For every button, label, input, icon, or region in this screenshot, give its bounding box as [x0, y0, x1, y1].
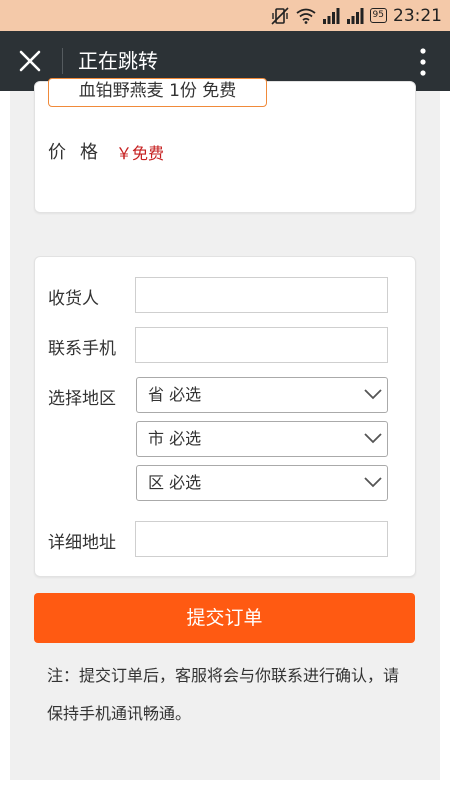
recipient-field[interactable]: [135, 277, 388, 313]
product-card: 血铂野燕麦 1份 免费 价格 ￥免费: [34, 78, 416, 213]
order-page: 血铂野燕麦 1份 免费 价格 ￥免费 收货人 联系手机 选择地区 省 必选 市 …: [10, 78, 440, 780]
more-options-icon[interactable]: [418, 47, 428, 77]
price-label: 价格: [48, 142, 112, 163]
status-icons: 95 23:21: [270, 0, 442, 31]
region-label: 选择地区: [48, 389, 116, 409]
province-select-value: 省 必选: [148, 385, 202, 404]
vibrate-off-icon: [270, 6, 290, 26]
chevron-down-icon: [364, 389, 382, 400]
price-value: ￥免费: [116, 144, 165, 163]
recipient-label: 收货人: [48, 289, 99, 309]
order-note: 注：提交订单后，客服将会与你联系进行确认，请保持手机通讯畅通。: [47, 666, 400, 723]
chevron-down-icon: [364, 477, 382, 488]
phone-label: 联系手机: [48, 339, 116, 359]
city-select-value: 市 必选: [148, 429, 202, 448]
chevron-down-icon: [364, 433, 382, 444]
close-icon[interactable]: [14, 45, 46, 77]
product-option-tag[interactable]: 血铂野燕麦 1份 免费: [48, 78, 267, 107]
phone-field[interactable]: [135, 327, 388, 363]
clock: 23:21: [393, 5, 442, 26]
signal-icon-2: [346, 7, 364, 24]
province-select[interactable]: 省 必选: [136, 377, 388, 413]
wifi-icon: [295, 8, 316, 24]
signal-icon-1: [322, 7, 340, 24]
address-label: 详细地址: [48, 533, 116, 553]
address-field[interactable]: [135, 521, 388, 557]
submit-order-button[interactable]: 提交订单: [34, 593, 415, 643]
district-select-value: 区 必选: [148, 473, 202, 492]
battery-icon: 95: [369, 8, 387, 23]
title-divider: [62, 48, 63, 74]
city-select[interactable]: 市 必选: [136, 421, 388, 457]
district-select[interactable]: 区 必选: [136, 465, 388, 501]
status-bar: 95 23:21: [0, 0, 450, 31]
address-form: 收货人 联系手机 选择地区 省 必选 市 必选 区 必选 详细地址: [34, 256, 416, 577]
